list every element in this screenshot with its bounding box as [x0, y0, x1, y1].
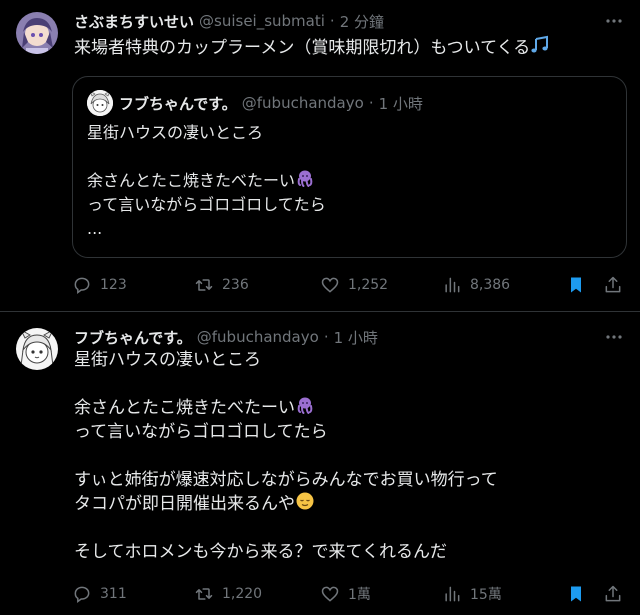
views-icon	[445, 277, 460, 293]
retweet-button[interactable]: 1,220	[194, 581, 262, 607]
tweet-text-line: すぃと姉街が爆速対応しながらみんなでお買い物行って	[74, 470, 498, 490]
relieved-face-emoji	[295, 491, 315, 518]
timestamp[interactable]: 1 小時	[334, 327, 378, 348]
tweet-header: フブちゃんです。 @fubuchandayo · 1 小時	[74, 326, 378, 348]
avatar[interactable]	[16, 12, 58, 54]
author-name[interactable]: さぶまちすいせい	[74, 11, 194, 32]
retweet-button[interactable]: 236	[194, 272, 249, 298]
retweet-icon	[195, 279, 213, 291]
like-button[interactable]: 1,252	[320, 272, 388, 298]
reply-count: 311	[100, 586, 127, 602]
tweet-text-gap	[74, 444, 498, 468]
author-name[interactable]: フブちゃんです。	[74, 327, 192, 348]
reply-icon	[74, 277, 90, 294]
dot-separator: ·	[329, 12, 335, 30]
reply-button[interactable]: 123	[72, 272, 127, 298]
like-count: 1萬	[348, 587, 371, 603]
author-handle[interactable]: @suisei_submati	[199, 12, 325, 30]
quote-text: 星街ハウスの凄いところ 余さんとたこ焼きたべたーい って言いながらゴロゴロしてた…	[87, 121, 326, 241]
quote-text-gap	[87, 145, 326, 169]
avatar[interactable]	[16, 328, 58, 370]
tweet-header: さぶまちすいせい @suisei_submati · 2 分鐘	[74, 10, 384, 32]
like-button[interactable]: 1萬	[320, 581, 371, 607]
quote-avatar	[87, 90, 113, 116]
quote-text-ellipsis: ...	[87, 219, 103, 238]
views-icon	[445, 586, 460, 602]
retweet-count: 1,220	[222, 586, 263, 602]
octopus-emoji	[295, 168, 315, 195]
quote-header: フブちゃんです。 @fubuchandayo · 1 小時	[119, 92, 423, 114]
views-count: 15萬	[470, 587, 502, 603]
views-button[interactable]: 8,386	[442, 272, 510, 298]
tweet-text-line: タコパが即日開催出来るんや	[74, 494, 295, 514]
quote-author-name: フブちゃんです。	[119, 94, 237, 113]
quote-timestamp: 1 小時	[378, 94, 423, 113]
like-count: 1,252	[348, 277, 389, 293]
quote-text-line: 星街ハウスの凄いところ	[87, 123, 264, 142]
like-icon	[321, 277, 339, 293]
author-handle[interactable]: @fubuchandayo	[197, 328, 319, 346]
share-icon	[605, 585, 621, 602]
timestamp[interactable]: 2 分鐘	[340, 11, 384, 32]
like-icon	[321, 586, 339, 602]
bookmark-button[interactable]	[566, 581, 586, 607]
reply-icon	[74, 586, 90, 603]
octopus-emoji	[295, 395, 315, 422]
tweet-suisei[interactable]: さぶまちすいせい @suisei_submati · 2 分鐘 来場者特典のカッ…	[0, 0, 640, 311]
share-button[interactable]	[603, 581, 623, 607]
quote-text-line: 余さんとたこ焼きたべたーい	[87, 171, 296, 190]
reply-count: 123	[100, 277, 127, 293]
share-icon	[605, 276, 621, 293]
quote-text-line: って言いながらゴロゴロしてたら	[87, 195, 326, 214]
bookmark-button[interactable]	[566, 272, 586, 298]
tweet-text: 星街ハウスの凄いところ 余さんとたこ焼きたべたーい って言いながらゴロゴロしてた…	[74, 348, 498, 564]
action-bar: 311 1,220 1萬 15萬	[70, 581, 630, 607]
tweet-text-line: 来場者特典のカップラーメン（賞味期限切れ）もついてくる	[74, 38, 531, 58]
quote-author-handle: @fubuchandayo	[241, 94, 364, 112]
retweet-icon	[195, 588, 213, 600]
more-icon[interactable]	[604, 11, 624, 31]
bookmark-icon	[571, 277, 581, 293]
views-button[interactable]: 15萬	[442, 581, 502, 607]
bookmark-icon	[571, 586, 581, 602]
reply-button[interactable]: 311	[72, 581, 127, 607]
quoted-tweet[interactable]: フブちゃんです。 @fubuchandayo · 1 小時 星街ハウスの凄いとこ…	[72, 76, 627, 258]
tweet-text-line: 余さんとたこ焼きたべたーい	[74, 398, 295, 418]
action-bar: 123 236 1,252 8,386	[70, 272, 630, 298]
music-notes-emoji	[530, 35, 550, 62]
tweet-text-line: 星街ハウスの凄いところ	[74, 350, 261, 370]
tweet-text-gap	[74, 372, 498, 396]
tweet-text-gap	[74, 516, 498, 540]
retweet-count: 236	[222, 277, 249, 293]
tweet-text: 来場者特典のカップラーメン（賞味期限切れ）もついてくる	[74, 35, 550, 62]
tweet-text-line: って言いながらゴロゴロしてたら	[74, 422, 328, 442]
tweet-text-line: そしてホロメンも今から来る？で来てくれるんだ	[74, 542, 447, 562]
share-button[interactable]	[603, 272, 623, 298]
dot-separator: ·	[323, 328, 329, 346]
more-icon[interactable]	[604, 327, 624, 347]
views-count: 8,386	[470, 277, 511, 293]
dot-separator: ·	[368, 94, 374, 112]
